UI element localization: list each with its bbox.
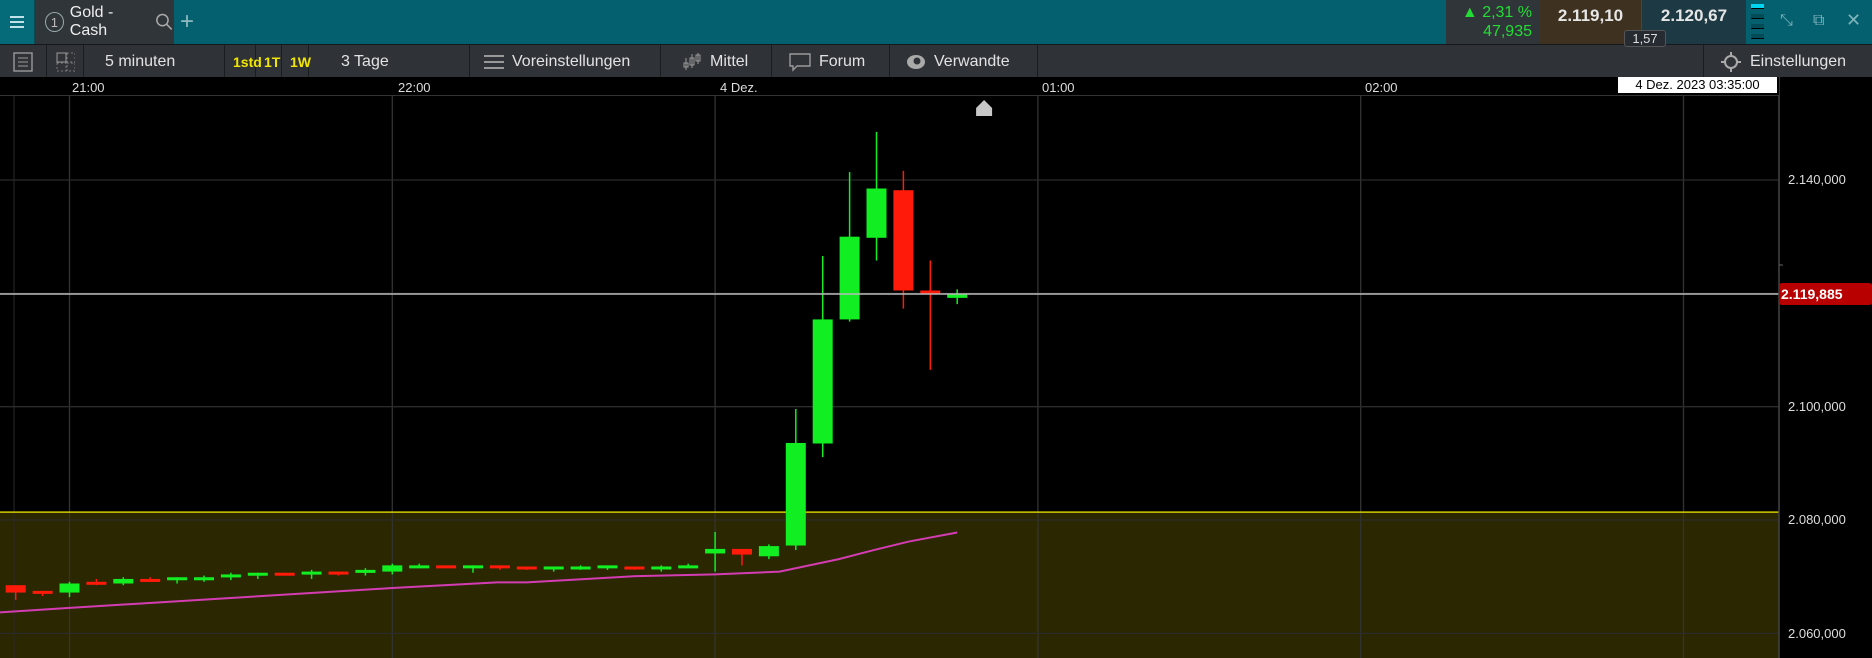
speech-bubble-icon: [789, 52, 811, 72]
range-select[interactable]: 3 Tage: [309, 45, 470, 78]
time-axis: 21:00 22:00 4 Dez. 01:00 02:00: [0, 77, 1779, 96]
top-bar: 1 Gold - Cash + ▲ 2,31 % 47,935 2.119,10…: [0, 0, 1872, 47]
candle-up: [194, 577, 214, 581]
candle-up: [570, 566, 591, 570]
candle-down: [516, 566, 537, 570]
time-label: 22:00: [398, 80, 431, 95]
candle-up: [355, 569, 376, 573]
candle-up: [812, 319, 833, 444]
candle-down: [732, 548, 752, 555]
price-tick-label: 2.100,000: [1788, 399, 1846, 414]
time-label: 21:00: [72, 80, 105, 95]
current-price-label: 2.119,885: [1779, 283, 1872, 305]
candle-down: [5, 585, 26, 593]
candle-up: [463, 565, 483, 569]
candle-up: [839, 236, 860, 320]
candle-down: [140, 578, 161, 582]
change-box: ▲ 2,31 % 47,935: [1446, 0, 1540, 44]
presets-button[interactable]: Voreinstellungen: [470, 45, 661, 78]
menu-button[interactable]: [0, 0, 35, 44]
support-zone: [0, 512, 1779, 658]
eye-icon: [907, 54, 925, 69]
list-view-button[interactable]: [0, 45, 47, 78]
candle-down: [328, 571, 349, 575]
instrument-tab[interactable]: 1 Gold - Cash: [35, 0, 174, 44]
quick-1t-button[interactable]: 1T: [256, 45, 282, 78]
candle-down: [274, 572, 295, 576]
candle-down: [436, 565, 457, 569]
price-tick-label: 2.080,000: [1788, 512, 1846, 527]
indicators-label: Mittel: [710, 52, 749, 70]
candle-up: [113, 578, 134, 584]
candles-icon: [683, 52, 701, 70]
candle-up: [785, 442, 806, 546]
candle-down: [920, 290, 941, 294]
presets-label: Voreinstellungen: [512, 52, 631, 70]
minimize-icon[interactable]: ⤡: [1780, 12, 1793, 30]
indicators-button[interactable]: Mittel: [665, 45, 772, 78]
signal-level-icon: [1751, 4, 1764, 42]
price-tick-label: 2.140,000: [1788, 172, 1846, 187]
close-icon[interactable]: ✕: [1846, 10, 1861, 31]
candle-up: [409, 565, 430, 569]
candle-up: [678, 565, 699, 569]
time-label: 01:00: [1042, 80, 1075, 95]
popout-icon[interactable]: ⧉: [1813, 12, 1824, 30]
hamburger-icon: [10, 21, 24, 23]
candle-up: [220, 574, 241, 578]
gear-icon: [1721, 51, 1741, 72]
time-label: 4 Dez.: [720, 80, 758, 95]
layout-button[interactable]: [48, 45, 84, 78]
candle-up: [301, 571, 322, 575]
forum-label: Forum: [819, 52, 866, 70]
price-tick-label: 2.060,000: [1788, 626, 1846, 641]
forum-button[interactable]: Forum: [773, 45, 890, 78]
candle-down: [489, 565, 510, 569]
settings-label: Einstellungen: [1750, 52, 1847, 70]
candle-down: [893, 190, 914, 291]
list-icon: [13, 51, 33, 72]
related-label: Verwandte: [934, 52, 1010, 70]
candle-down: [86, 581, 107, 585]
change-absolute: 47,935: [1483, 23, 1532, 40]
chart-toolbar: 5 minuten 1std 1T 1W 3 Tage Voreinstellu…: [0, 44, 1872, 78]
interval-select[interactable]: 5 minuten: [85, 45, 225, 78]
quick-1w-button[interactable]: 1W: [282, 45, 311, 78]
tab-number: 1: [45, 12, 64, 32]
candle-down: [32, 590, 53, 594]
sliders-icon: [484, 54, 504, 69]
price-chart[interactable]: [0, 0, 1872, 658]
candle-up: [167, 577, 188, 581]
crosshair-time-tooltip: 4 Dez. 2023 03:35:00: [1618, 77, 1777, 93]
candle-up: [651, 566, 672, 570]
settings-button[interactable]: Einstellungen: [1703, 45, 1872, 78]
spread-badge: 1,57: [1624, 30, 1666, 47]
candle-down: [624, 566, 645, 570]
time-label: 02:00: [1365, 80, 1398, 95]
candle-up: [758, 546, 779, 557]
search-icon[interactable]: [155, 12, 174, 32]
related-button[interactable]: Verwandte: [890, 45, 1038, 78]
candle-up: [543, 566, 564, 570]
layout-grid-icon: [56, 52, 75, 71]
quick-1std-button[interactable]: 1std: [225, 45, 262, 78]
candle-up: [382, 565, 403, 572]
candle-up: [597, 565, 618, 569]
change-percent: ▲ 2,31 %: [1461, 4, 1532, 21]
candle-up: [247, 572, 268, 576]
tab-title: Gold - Cash: [69, 4, 114, 39]
event-marker-icon: [976, 100, 993, 116]
candle-up: [866, 188, 887, 238]
candle-up: [59, 583, 80, 593]
candle-up: [705, 548, 726, 554]
add-tab-plus-icon[interactable]: +: [180, 8, 194, 36]
